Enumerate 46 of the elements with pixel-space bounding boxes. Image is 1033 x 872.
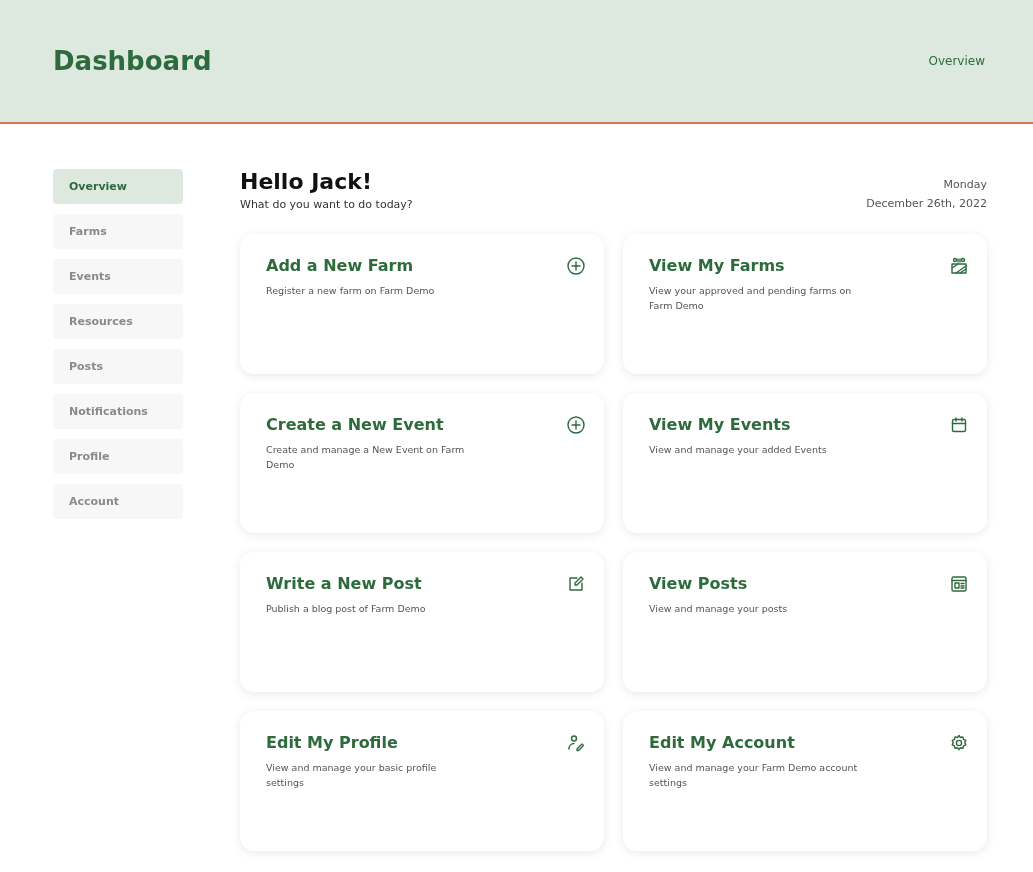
farm-icon: [949, 256, 969, 276]
calendar-icon: [949, 415, 969, 435]
page-title: Dashboard: [53, 46, 212, 76]
action-card[interactable]: View My Events View and manage your added Events: [623, 393, 987, 533]
action-card[interactable]: View My Farms View your approved and pending farms on Farm Demo: [623, 234, 987, 374]
action-card[interactable]: Write a New Post Publish a blog post of Farm Demo: [240, 552, 604, 692]
card-description: View your approved and pending farms on Farm Demo: [649, 284, 853, 313]
card-title: Write a New Post: [266, 574, 423, 593]
card-title: Create a New Event: [266, 415, 445, 434]
sidebar-item[interactable]: Posts: [53, 349, 183, 384]
action-card[interactable]: View Posts View and manage your posts: [623, 552, 987, 692]
card-title: View My Events: [649, 415, 792, 434]
sidebar-item[interactable]: Farms: [53, 214, 183, 249]
action-card[interactable]: Create a New Event Create and manage a New Event on Farm Demo: [240, 393, 604, 533]
sidebar-item[interactable]: Notifications: [53, 394, 183, 429]
edit-icon: [566, 574, 586, 594]
profile-edit-icon: [566, 733, 586, 753]
card-title: View Posts: [649, 574, 749, 593]
date-text: December 26th, 2022: [866, 196, 987, 212]
plus-circle-icon: [566, 256, 586, 276]
card-title: Add a New Farm: [266, 256, 415, 275]
sidebar-item[interactable]: Profile: [53, 439, 183, 474]
overview-link[interactable]: Overview: [928, 54, 985, 68]
card-title: Edit My Account: [649, 733, 796, 752]
card-description: View and manage your added Events: [649, 443, 827, 457]
card-description: View and manage your basic profile settings: [266, 761, 438, 790]
plus-circle-icon: [566, 415, 586, 435]
gear-icon: [949, 733, 969, 753]
card-title: Edit My Profile: [266, 733, 399, 752]
action-card[interactable]: Edit My Account View and manage your Farm Demo account settings: [623, 711, 987, 851]
posts-icon: [949, 574, 969, 594]
card-description: Create and manage a New Event on Farm Demo: [266, 443, 466, 472]
card-description: View and manage your posts: [649, 602, 788, 616]
greeting-title: Hello Jack!: [240, 169, 373, 194]
sidebar-item[interactable]: Events: [53, 259, 183, 294]
sidebar-item[interactable]: Resources: [53, 304, 183, 339]
card-description: Register a new farm on Farm Demo: [266, 284, 435, 298]
sidebar-item[interactable]: Overview: [53, 169, 183, 204]
sidebar-item[interactable]: Account: [53, 484, 183, 519]
card-description: View and manage your Farm Demo account settings: [649, 761, 859, 790]
card-title: View My Farms: [649, 256, 786, 275]
card-description: Publish a blog post of Farm Demo: [266, 602, 426, 616]
action-card[interactable]: Edit My Profile View and manage your basic profile settings: [240, 711, 604, 851]
weekday-text: Monday: [942, 177, 987, 193]
action-card[interactable]: Add a New Farm Register a new farm on Farm Demo: [240, 234, 604, 374]
greeting-subtitle: What do you want to do today?: [240, 198, 413, 211]
